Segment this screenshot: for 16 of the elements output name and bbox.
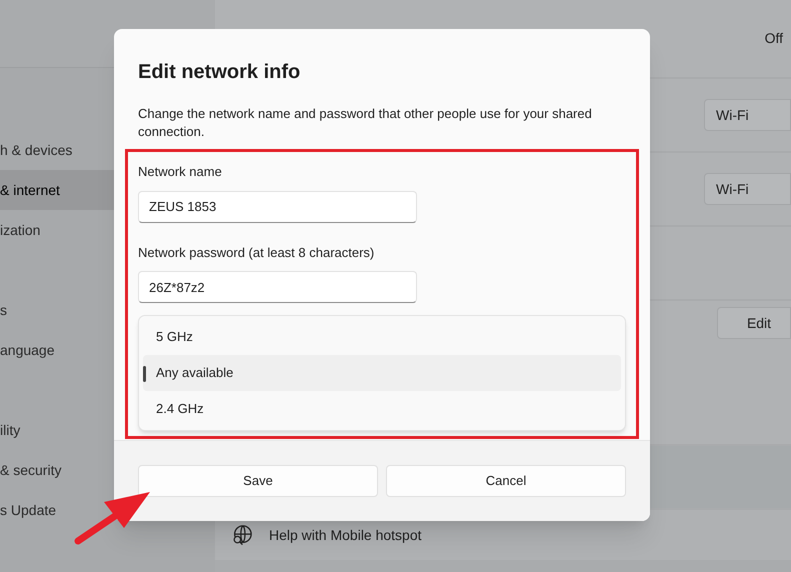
field-label: Network password (at least 8 characters)	[138, 244, 376, 262]
dropdown[interactable]: Wi-Fi	[704, 173, 791, 205]
band-option[interactable]: Any available	[143, 355, 621, 391]
band-option[interactable]: 5 GHz	[143, 319, 621, 355]
dialog-description: Change the network name and password that other people use for your shared connection.	[138, 105, 593, 141]
save-button[interactable]: Save	[138, 465, 378, 497]
dropdown[interactable]: Wi-Fi	[704, 99, 791, 131]
dialog-title: Edit network info	[138, 60, 302, 85]
help-link[interactable]: Help with Mobile hotspot	[269, 524, 422, 546]
edit-button[interactable]: Edit	[717, 307, 791, 339]
text-field[interactable]: ZEUS 1853	[138, 190, 417, 222]
globe-search-icon	[231, 524, 253, 546]
status-text: Off	[764, 29, 783, 48]
text-field[interactable]: 26Z*87z2	[138, 271, 417, 303]
band-option[interactable]: 2.4 GHz	[143, 391, 621, 427]
cancel-button[interactable]: Cancel	[386, 465, 626, 497]
